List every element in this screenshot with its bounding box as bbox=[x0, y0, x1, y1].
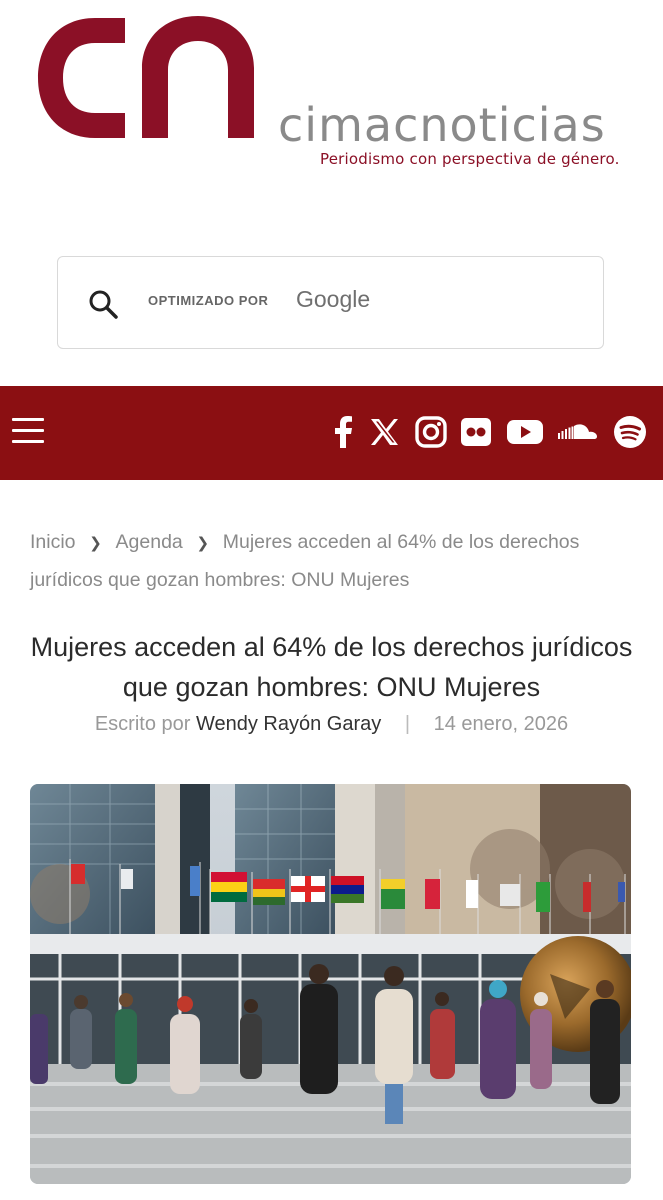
search-icon[interactable] bbox=[86, 287, 120, 321]
author-link[interactable]: Wendy Rayón Garay bbox=[196, 713, 381, 735]
article-date: 14 enero, 2026 bbox=[433, 713, 569, 735]
search-google-label: Google bbox=[296, 286, 371, 312]
soundcloud-icon[interactable] bbox=[556, 414, 600, 450]
spotify-icon[interactable] bbox=[612, 414, 648, 450]
instagram-icon[interactable] bbox=[413, 414, 449, 450]
breadcrumb-home[interactable]: Inicio bbox=[30, 531, 76, 553]
hero-photo[interactable] bbox=[30, 784, 631, 1184]
youtube-icon[interactable] bbox=[506, 414, 544, 450]
article-title: Mujeres acceden al 64% de los derechos j… bbox=[30, 632, 633, 702]
chevron-right-icon: ❯ bbox=[196, 535, 210, 552]
facebook-icon[interactable] bbox=[326, 414, 362, 450]
masthead: cimacnoticias Periodismo con perspectiva… bbox=[0, 0, 663, 220]
logo-tagline: Periodismo con perspectiva de género. bbox=[320, 150, 620, 168]
written-by-label: Escrito por bbox=[94, 713, 191, 735]
menu-icon[interactable] bbox=[12, 418, 44, 444]
logo-name: cimacnoticias bbox=[278, 98, 606, 152]
breadcrumb: Inicio ❯ Agenda ❯ Mujeres acceden al 64% de … bbox=[30, 524, 630, 598]
search-powered-label: OPTIMIZADO POR bbox=[148, 293, 269, 308]
chevron-right-icon: ❯ bbox=[89, 535, 102, 552]
breadcrumb-section[interactable]: Agenda bbox=[116, 531, 183, 553]
logo-mark bbox=[38, 16, 254, 138]
article-meta: Escrito por Wendy Rayón Garay | 14 enero… bbox=[0, 713, 663, 736]
flickr-icon[interactable] bbox=[458, 414, 494, 450]
x-icon[interactable] bbox=[366, 414, 402, 450]
meta-divider: | bbox=[404, 713, 411, 735]
